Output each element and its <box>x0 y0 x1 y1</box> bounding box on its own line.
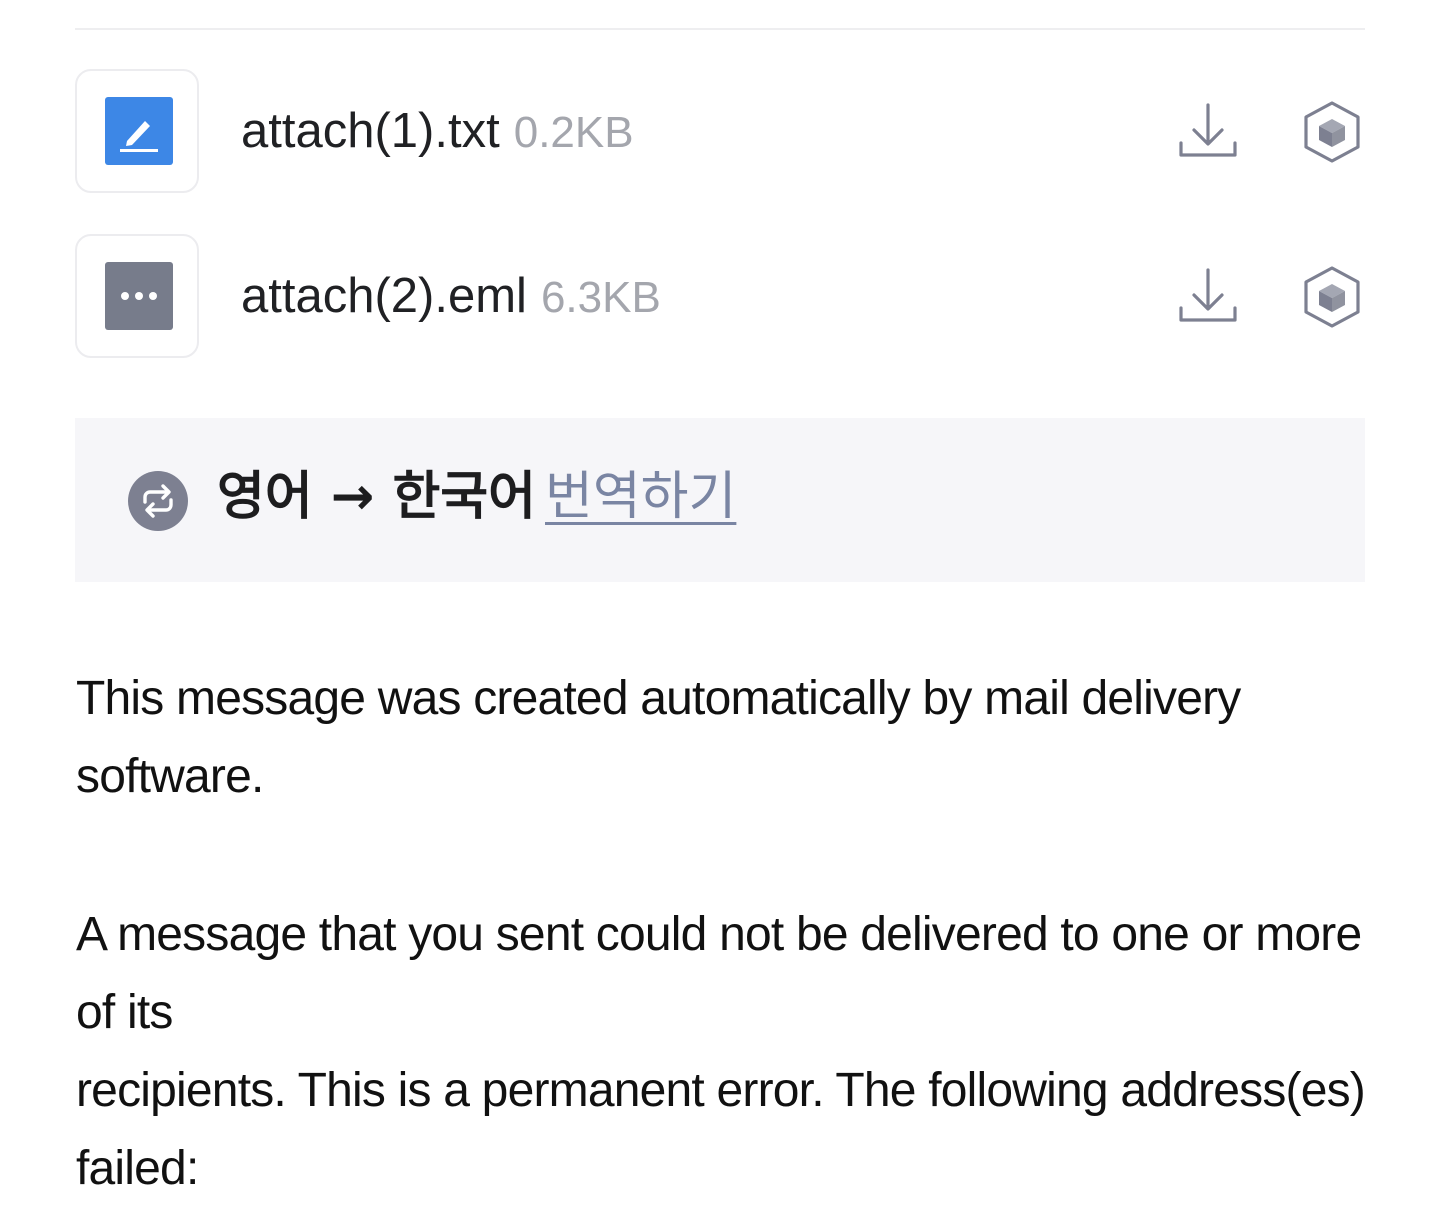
attachment-thumbnail[interactable] <box>75 234 199 358</box>
download-button[interactable] <box>1175 99 1241 165</box>
attachment-item[interactable]: attach(2).eml 6.3KB <box>75 234 1365 360</box>
cube-icon <box>1304 101 1360 163</box>
attachment-thumbnail[interactable] <box>75 69 199 193</box>
message-body-paragraph: This message was created automatically b… <box>76 672 1241 803</box>
translate-icon <box>127 470 189 532</box>
email-file-icon <box>105 262 173 330</box>
attachment-name: attach(2).eml <box>241 269 527 323</box>
attachment-name: attach(1).txt <box>241 104 500 158</box>
download-button[interactable] <box>1175 264 1241 330</box>
attachment-filename[interactable]: attach(1).txt 0.2KB <box>241 101 634 163</box>
save-to-drive-button[interactable] <box>1299 264 1365 330</box>
download-icon <box>1179 103 1237 157</box>
translation-language-pair[interactable]: 영어 → 한국어 <box>217 462 536 532</box>
attachment-item[interactable]: attach(1).txt 0.2KB <box>75 69 1365 195</box>
cube-icon <box>1304 266 1360 328</box>
attachment-size: 6.3KB <box>540 273 661 322</box>
message-body-paragraph: A message that you sent could not be del… <box>76 908 1362 1039</box>
save-to-drive-button[interactable] <box>1299 99 1365 165</box>
attachment-filename[interactable]: attach(2).eml 6.3KB <box>241 266 661 328</box>
translate-bar: 영어 → 한국어 번역하기 <box>75 418 1365 582</box>
text-file-icon <box>105 97 173 165</box>
download-icon <box>1179 268 1237 322</box>
top-divider <box>75 28 1365 30</box>
message-body-paragraph: recipients. This is a permanent error. T… <box>76 1064 1366 1195</box>
translate-link[interactable]: 번역하기 <box>545 462 736 532</box>
attachment-size: 0.2KB <box>513 108 634 157</box>
